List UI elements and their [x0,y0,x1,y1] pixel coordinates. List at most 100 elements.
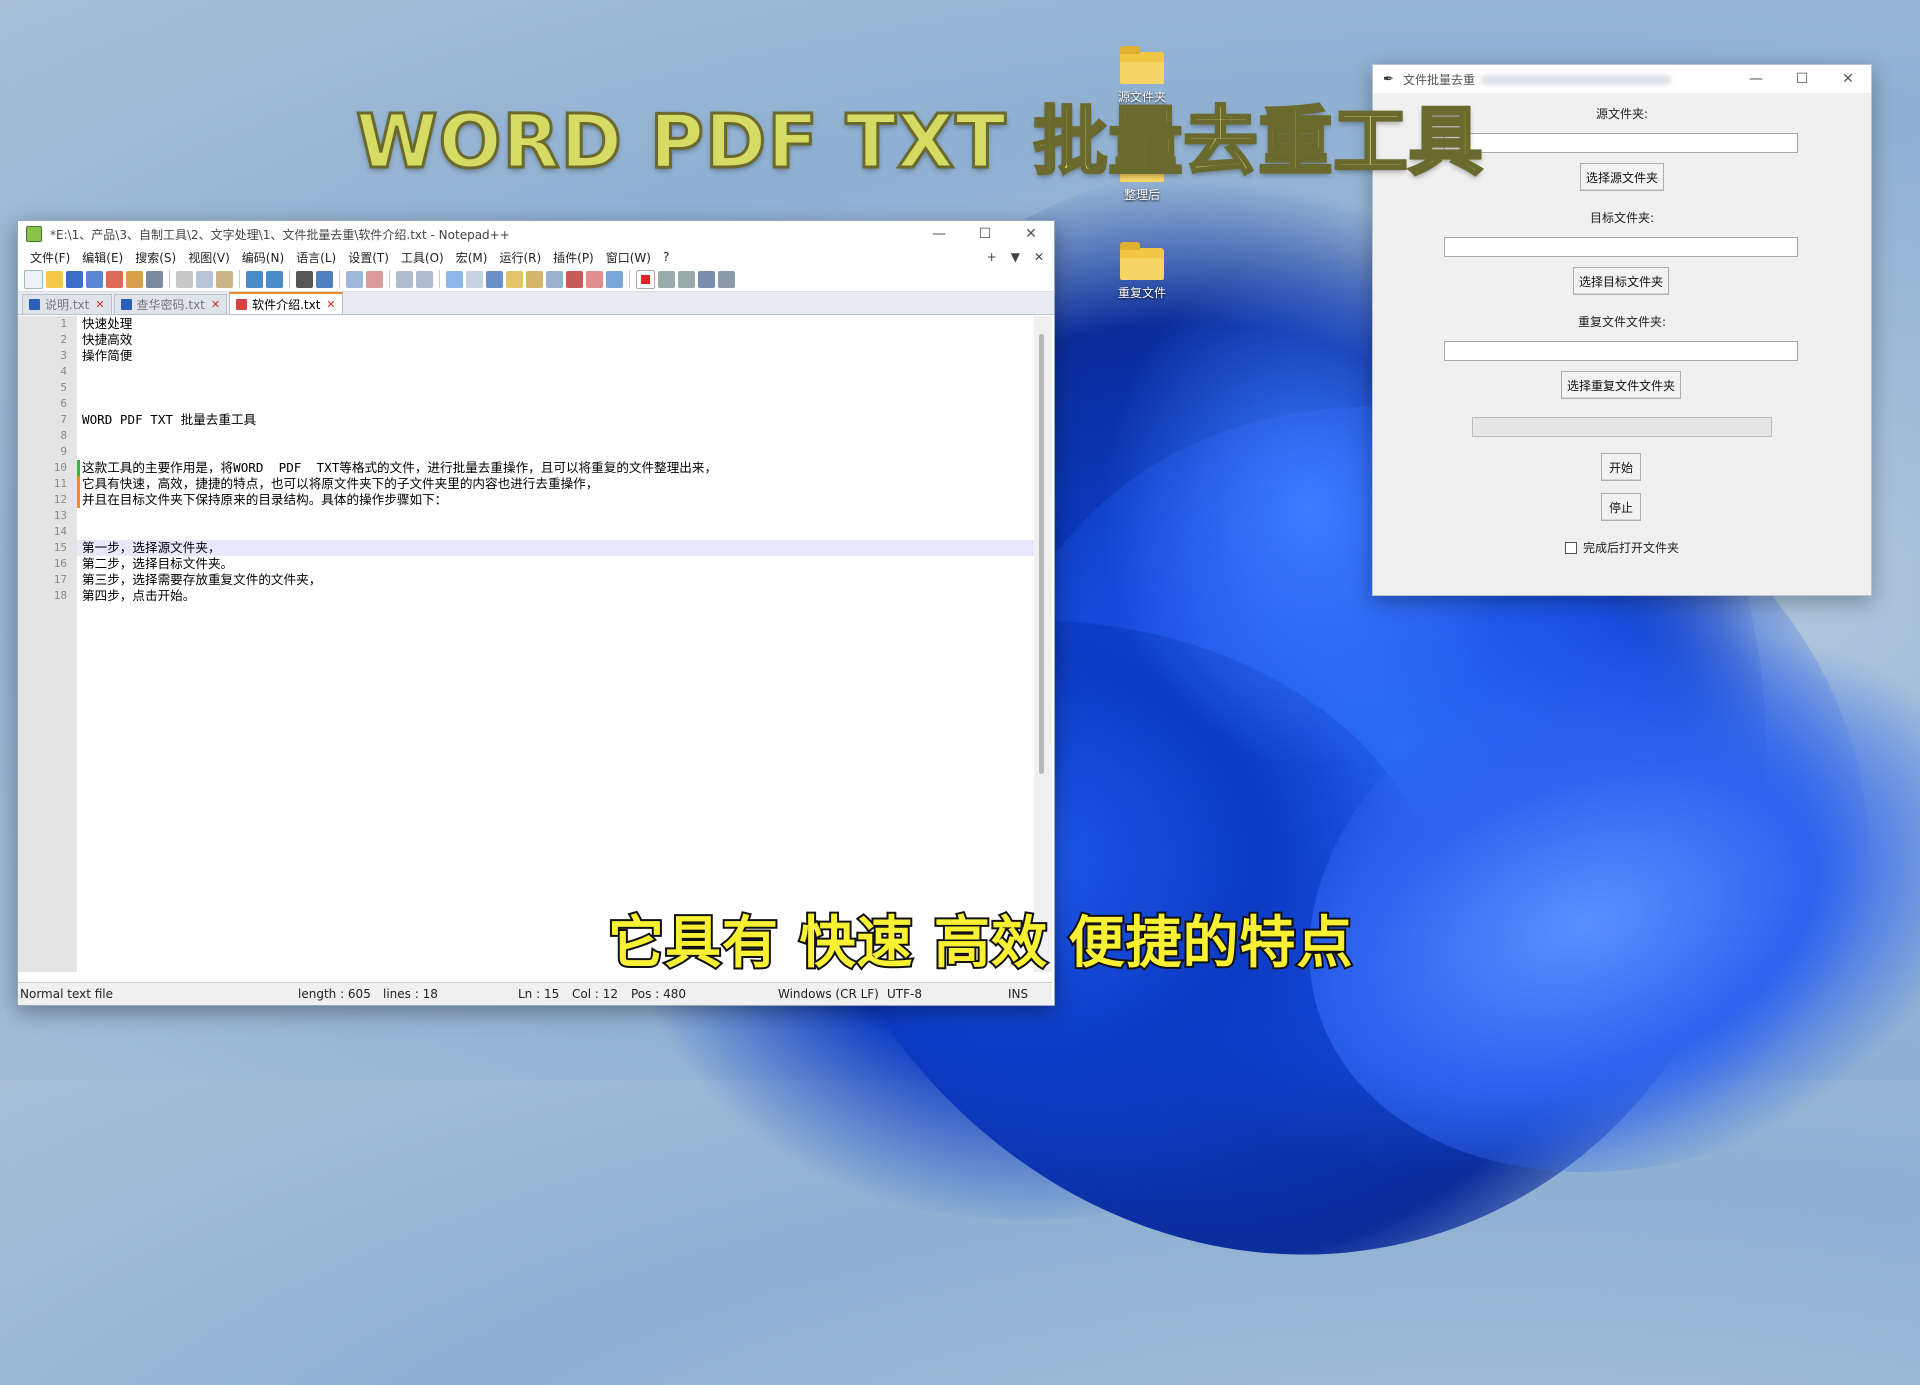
scrollbar-thumb[interactable] [1039,334,1044,774]
function-list-icon[interactable] [546,270,563,288]
run-macro-multiple-icon[interactable] [698,270,715,288]
menu-tools[interactable]: 工具(O) [395,249,450,266]
udl-icon[interactable] [506,270,523,288]
monitor-icon[interactable] [586,270,603,288]
maximize-button[interactable]: ☐ [962,226,1008,242]
select-target-folder-button[interactable]: 选择目标文件夹 [1573,267,1669,295]
menu-settings[interactable]: 设置(T) [342,249,395,266]
line-number: 11 [53,477,67,490]
editor-line: 快速处理 [82,316,133,331]
editor-area[interactable]: 1 2 3 4 5 6 7 8 9 10 11 12 13 14 15 16 17 18 快速处理 快捷高效 操作简便… [18,316,1052,972]
sync-horizontal-icon[interactable] [416,270,433,288]
menu-run[interactable]: 运行(R) [493,249,547,266]
window-titlebar[interactable]: *E:\1、产品\3、自制工具\2、文字处理\1、文件批量去重\软件介绍.txt… [18,221,1054,247]
minimize-button[interactable]: — [916,226,962,242]
menu-plugins[interactable]: 插件(P) [547,249,600,266]
maximize-button[interactable]: ☐ [1779,71,1825,87]
undo-icon[interactable] [246,270,263,288]
source-folder-input[interactable] [1444,133,1798,153]
open-file-icon[interactable] [46,270,63,288]
checkbox-label: 完成后打开文件夹 [1583,541,1680,555]
folder-workspace-icon[interactable] [566,270,583,288]
close-icon[interactable] [106,270,123,288]
toolbar-separator [169,270,170,288]
editor-line: 第三步，选择需要存放重复文件的文件夹， [82,572,322,587]
menu-file[interactable]: 文件(F) [24,249,76,266]
menu-language[interactable]: 语言(L) [290,249,342,266]
blurred-title-region [1481,75,1672,85]
tab-close-icon[interactable]: ✕ [326,298,335,311]
change-marker-modified [77,476,80,508]
redo-icon[interactable] [266,270,283,288]
editor-line: 第四步，点击开始。 [82,588,196,603]
save-all-icon[interactable] [86,270,103,288]
add-tab-button[interactable]: + [987,250,997,264]
duplicate-folder-label: 重复文件文件夹: [1577,315,1667,329]
status-bar: Normal text file length : 605 lines : 18… [18,982,1052,1005]
close-doc-button[interactable]: ✕ [1034,250,1044,264]
menu-edit[interactable]: 编辑(E) [76,249,129,266]
stop-button[interactable]: 停止 [1601,493,1641,521]
find-icon[interactable] [296,270,313,288]
line-number: 12 [53,493,67,506]
status-eol[interactable]: Windows (CR LF) [778,987,879,1001]
minimize-button[interactable]: — [1733,71,1779,87]
open-folder-after-checkbox[interactable]: 完成后打开文件夹 [1565,539,1679,556]
doc-map-icon[interactable] [526,270,543,288]
tab-close-icon[interactable]: ✕ [211,298,220,311]
play-macro-icon[interactable] [678,270,695,288]
target-folder-input[interactable] [1444,237,1798,257]
eye-icon[interactable] [606,270,623,288]
new-file-icon[interactable] [24,269,43,289]
stop-macro-icon[interactable] [658,270,675,288]
desktop-icon-duplicates[interactable]: 重复文件 [1102,242,1182,301]
menu-window[interactable]: 窗口(W) [600,249,657,266]
vertical-scrollbar[interactable] [1034,316,1052,972]
tab-label: 查华密码.txt [136,298,205,312]
menu-macro[interactable]: 宏(M) [450,249,494,266]
file-unsaved-icon [236,298,248,310]
status-insert-mode[interactable]: INS [1008,987,1028,1001]
zoom-out-icon[interactable] [366,270,383,288]
paste-icon[interactable] [216,270,233,288]
menu-bar: 文件(F) 编辑(E) 搜索(S) 视图(V) 编码(N) 语言(L) 设置(T… [18,247,1054,267]
checkbox-box[interactable] [1565,541,1577,554]
show-all-chars-icon[interactable] [466,270,483,288]
close-button[interactable]: ✕ [1008,226,1054,242]
indent-guide-icon[interactable] [486,270,503,288]
save-macro-icon[interactable] [718,270,735,288]
tab-readme[interactable]: 说明.txt ✕ [22,294,112,314]
select-source-folder-button[interactable]: 选择源文件夹 [1580,163,1664,191]
menu-encoding[interactable]: 编码(N) [236,249,290,266]
menu-help[interactable]: ? [657,250,675,264]
start-button[interactable]: 开始 [1601,453,1641,481]
replace-icon[interactable] [316,270,333,288]
cut-icon[interactable] [176,270,193,288]
tab-intro[interactable]: 软件介绍.txt ✕ [229,292,343,314]
menu-view[interactable]: 视图(V) [182,249,236,266]
sync-vertical-icon[interactable] [396,270,413,288]
zoom-in-icon[interactable] [346,270,363,288]
copy-icon[interactable] [196,270,213,288]
menu-search[interactable]: 搜索(S) [129,249,182,266]
record-macro-icon[interactable] [636,269,655,289]
word-wrap-icon[interactable] [446,270,463,288]
line-number: 7 [60,413,67,426]
folder-icon [1120,242,1164,280]
editor-line: 第二步，选择目标文件夹。 [82,556,234,571]
tab-password[interactable]: 查华密码.txt ✕ [113,294,228,314]
select-duplicate-folder-button[interactable]: 选择重复文件文件夹 [1561,371,1681,399]
status-encoding[interactable]: UTF-8 [887,987,922,1001]
progress-bar [1472,417,1772,437]
save-icon[interactable] [66,270,83,288]
duplicate-folder-input[interactable] [1444,341,1798,361]
line-number: 18 [53,589,67,602]
print-icon[interactable] [146,270,163,288]
close-button[interactable]: ✕ [1825,71,1871,87]
tab-close-icon[interactable]: ✕ [95,298,104,311]
close-all-icon[interactable] [126,270,143,288]
text-editor[interactable]: 快速处理 快捷高效 操作简便 WORD PDF TXT 批量去重工具 这款工具的主要作用… [77,316,1034,972]
tab-list-button[interactable]: ▼ [1011,250,1020,264]
